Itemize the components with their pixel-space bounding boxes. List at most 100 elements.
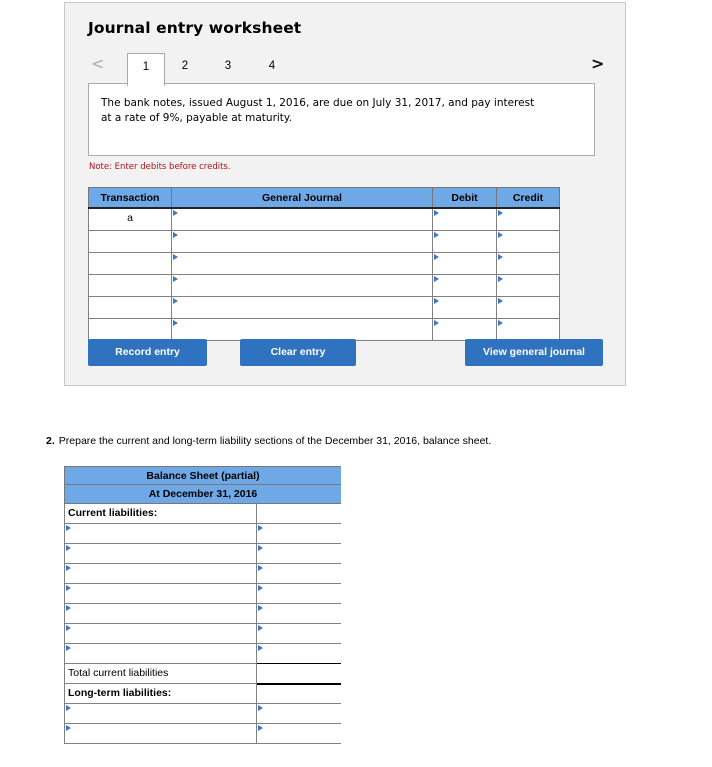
credit-input[interactable] [496,252,560,275]
liability-label-input[interactable] [64,624,257,643]
worksheet-title: Journal entry worksheet [88,19,302,37]
liability-label-input[interactable] [64,644,257,663]
tab-4[interactable]: 4 [253,53,291,84]
journal-header-row: Transaction General Journal Debit Credit [88,187,560,209]
liability-label-input[interactable] [64,604,257,623]
current-liability-row [64,604,341,624]
account-input[interactable] [171,274,433,297]
transaction-cell: a [88,207,172,231]
balance-sheet-date: At December 31, 2016 [64,485,341,504]
dropdown-marker-icon [66,645,71,651]
dropdown-marker-icon [173,276,178,282]
liability-label: Total current liabilities [64,664,257,683]
dropdown-marker-icon [258,585,263,591]
credit-input[interactable] [496,318,560,341]
tab-1[interactable]: 1 [127,53,165,86]
long-term-liabilities-heading: Long-term liabilities: [64,683,341,704]
liability-label-input[interactable] [64,584,257,603]
dropdown-marker-icon [258,725,263,731]
dropdown-marker-icon [173,298,178,304]
liability-amount-input[interactable] [257,544,341,563]
account-input[interactable] [171,207,433,231]
liability-amount-input[interactable] [257,524,341,543]
dropdown-marker-icon [258,565,263,571]
liability-label-input[interactable] [64,564,257,583]
account-input[interactable] [171,230,433,253]
credit-input[interactable] [496,296,560,319]
dropdown-marker-icon [434,254,439,260]
account-input[interactable] [171,296,433,319]
transaction-description: The bank notes, issued August 1, 2016, a… [101,97,535,124]
tab-3[interactable]: 3 [209,53,247,84]
dropdown-marker-icon [434,320,439,326]
dropdown-marker-icon [258,525,263,531]
debit-input[interactable] [432,252,497,275]
view-general-journal-button[interactable]: View general journal [465,339,603,366]
liability-amount-input[interactable] [257,604,341,623]
total-current-liabilities-row: Total current liabilities [64,663,341,684]
liability-label-input[interactable] [64,724,257,743]
liability-amount-input[interactable] [257,564,341,583]
header-debit: Debit [432,187,497,209]
liability-amount-input[interactable] [257,644,341,663]
journal-table: Transaction General Journal Debit Credit… [88,187,560,341]
dropdown-marker-icon [498,298,503,304]
liability-label-input[interactable] [64,544,257,563]
liability-amount-input[interactable] [257,663,341,683]
header-credit: Credit [496,187,560,209]
liability-amount-input[interactable] [257,704,341,723]
liability-label-input[interactable] [64,704,257,723]
liability-amount-input[interactable] [257,724,341,743]
dropdown-marker-icon [258,645,263,651]
dropdown-marker-icon [66,565,71,571]
debit-input[interactable] [432,296,497,319]
transaction-cell [88,252,172,275]
current-liability-row [64,544,341,564]
liability-label-input[interactable] [64,524,257,543]
credit-input[interactable] [496,230,560,253]
current-liability-row [64,624,341,644]
credit-input[interactable] [496,207,560,231]
current-liability-row [64,584,341,604]
liability-amount-input[interactable] [257,584,341,603]
debit-input[interactable] [432,230,497,253]
current-liability-row [64,564,341,584]
debit-credit-note: Note: Enter debits before credits. [89,162,231,172]
chevron-left-icon[interactable]: < [91,54,104,73]
dropdown-marker-icon [258,545,263,551]
liability-label: Current liabilities: [64,504,257,523]
dropdown-marker-icon [173,232,178,238]
record-entry-button[interactable]: Record entry [88,339,207,366]
liability-amount-input [257,504,341,523]
transaction-cell [88,274,172,297]
journal-entry-worksheet: Journal entry worksheet < 1 2 3 4 > The … [64,2,626,386]
current-liability-row [64,524,341,544]
tab-2[interactable]: 2 [166,53,204,84]
dropdown-marker-icon [258,625,263,631]
debit-input[interactable] [432,318,497,341]
clear-entry-button[interactable]: Clear entry [240,339,356,366]
credit-input[interactable] [496,274,560,297]
account-input[interactable] [171,252,433,275]
balance-sheet-table: Balance Sheet (partial) At December 31, … [64,466,341,744]
dropdown-marker-icon [66,585,71,591]
journal-row: a [88,207,560,231]
current-liability-row [64,644,341,664]
transaction-description-box: The bank notes, issued August 1, 2016, a… [88,83,595,156]
dropdown-marker-icon [258,705,263,711]
dropdown-marker-icon [173,320,178,326]
chevron-right-icon[interactable]: > [591,54,604,73]
account-input[interactable] [171,318,433,341]
dropdown-marker-icon [498,232,503,238]
debit-input[interactable] [432,274,497,297]
debit-input[interactable] [432,207,497,231]
current-liabilities-heading: Current liabilities: [64,504,341,524]
liability-amount-input[interactable] [257,624,341,643]
dropdown-marker-icon [66,545,71,551]
dropdown-marker-icon [498,320,503,326]
question-2: 2. Prepare the current and long-term liab… [46,435,491,447]
journal-row [88,318,560,341]
dropdown-marker-icon [498,276,503,282]
dropdown-marker-icon [66,525,71,531]
transaction-cell [88,230,172,253]
